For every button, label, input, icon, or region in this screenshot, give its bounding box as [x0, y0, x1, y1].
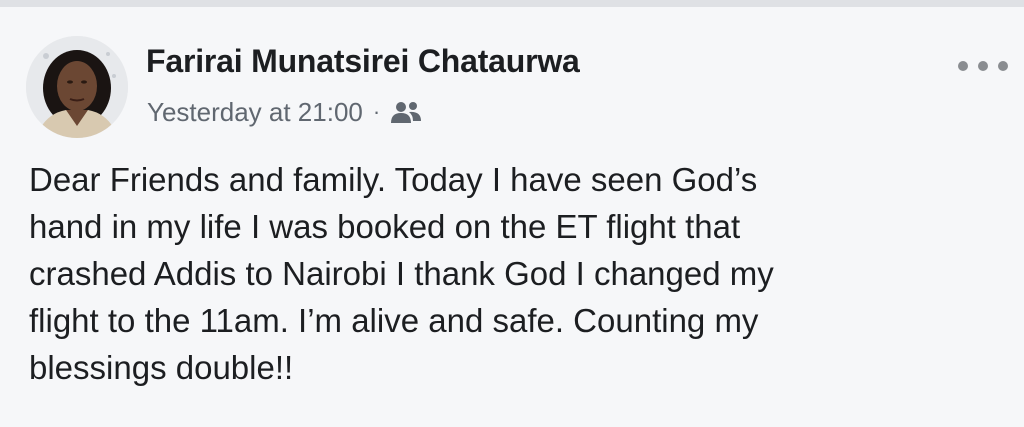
meta-separator: ·: [372, 99, 381, 124]
author-name[interactable]: Farirai Munatsirei Chataurwa: [146, 43, 580, 80]
post-timestamp[interactable]: Yesterday at 21:00: [147, 97, 363, 128]
avatar[interactable]: [26, 36, 128, 138]
post-text-line: flight to the 11am. I’m alive and safe. …: [29, 302, 759, 339]
post-text-line: crashed Addis to Nairobi I thank God I c…: [29, 255, 774, 292]
post-text-line: Dear Friends and family. Today I have se…: [29, 161, 758, 198]
more-dot: [958, 61, 968, 71]
post-text-line: hand in my life I was booked on the ET f…: [29, 208, 741, 245]
top-divider: [0, 0, 1024, 7]
post-text: Dear Friends and family. Today I have se…: [29, 156, 1004, 391]
facebook-post: Farirai Munatsirei Chataurwa Yesterday a…: [0, 0, 1024, 427]
more-options-icon[interactable]: [958, 56, 1008, 76]
avatar-photo: [26, 36, 128, 138]
more-dot: [978, 61, 988, 71]
friends-icon[interactable]: [390, 99, 422, 125]
post-meta: Yesterday at 21:00 ·: [147, 95, 422, 129]
post-text-line: blessings double!!: [29, 349, 294, 386]
more-dot: [998, 61, 1008, 71]
